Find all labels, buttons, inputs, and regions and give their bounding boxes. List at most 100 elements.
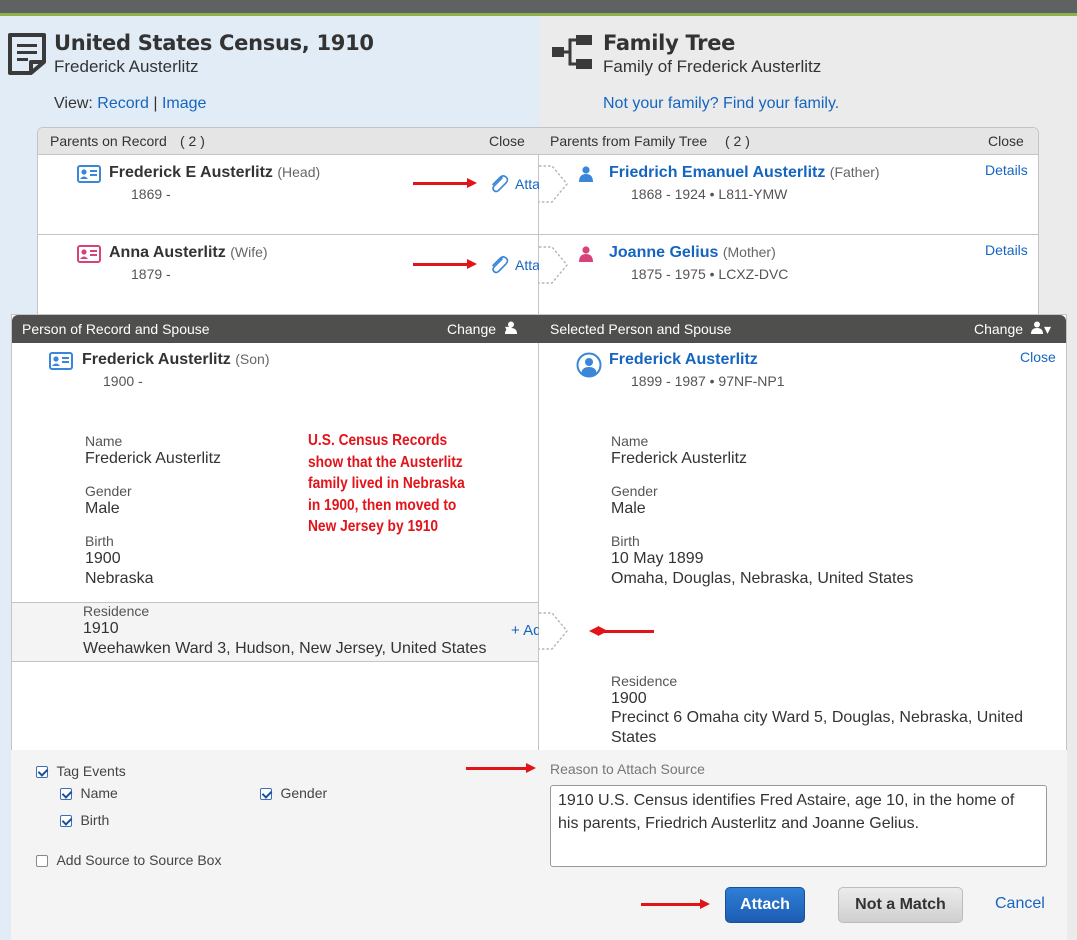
tree-name-label: Name xyxy=(611,433,649,449)
paperclip-icon[interactable] xyxy=(488,173,510,195)
record-document-icon xyxy=(7,32,47,76)
record-person-role: (Son) xyxy=(235,351,270,367)
person-panel-divider xyxy=(538,343,539,753)
male-record-card-icon xyxy=(77,165,101,183)
add-source-box-checkbox[interactable] xyxy=(36,854,48,867)
parents-from-tree-close[interactable]: Close xyxy=(988,133,1024,149)
person-icon xyxy=(505,321,517,334)
record-name-value: Frederick Austerlitz xyxy=(85,450,222,467)
tree-birth-date: 10 May 1899 xyxy=(611,550,704,567)
person-icon xyxy=(1031,321,1043,334)
reason-label: Reason to Attach Source xyxy=(550,761,705,777)
record-gender-label: Gender xyxy=(85,483,132,499)
tree-parent-2-dates: 1875 - 1975 • LCXZ-DVC xyxy=(631,266,789,282)
tree-person-dates: 1899 - 1987 • 97NF-NP1 xyxy=(631,373,785,389)
record-subtitle: Frederick Austerlitz xyxy=(54,57,199,76)
reason-textarea[interactable]: 1910 U.S. Census identifies Fred Astaire… xyxy=(550,785,1047,867)
record-birth-label: Birth xyxy=(85,533,114,549)
tree-subtitle: Family of Frederick Austerlitz xyxy=(603,57,822,76)
record-name-label: Name xyxy=(85,433,123,449)
family-tree-icon xyxy=(551,33,595,71)
view-switcher: View: Record | Image xyxy=(54,95,206,113)
parents-on-record-close[interactable]: Close xyxy=(489,133,525,149)
tag-gender-label: Gender xyxy=(280,785,328,801)
tag-events-option[interactable]: Tag Events xyxy=(36,763,126,781)
parents-on-record-count: ( 2 ) xyxy=(180,133,205,149)
top-bar xyxy=(0,0,1077,13)
tree-parent-1-role: (Father) xyxy=(829,164,880,180)
tree-parent-2-role: (Mother) xyxy=(722,244,776,260)
tree-residence-place: Precinct 6 Omaha city Ward 5, Douglas, N… xyxy=(611,709,1024,746)
view-label: View: xyxy=(54,95,93,112)
tree-parent-1: Friedrich Emanuel Austerlitz (Father) xyxy=(609,164,880,182)
tree-person-name[interactable]: Frederick Austerlitz xyxy=(609,351,758,369)
record-person-dates: 1900 - xyxy=(103,373,143,389)
record-residence-date: 1910 xyxy=(83,620,119,637)
parents-from-tree-heading: Parents from Family Tree xyxy=(550,133,708,149)
tree-residence-label: Residence xyxy=(611,673,678,689)
not-a-match-button[interactable]: Not a Match xyxy=(838,887,963,923)
parents-panel: Parents on Record ( 2 ) Close Parents fr… xyxy=(37,127,1039,327)
attach-button[interactable]: Attach xyxy=(725,887,805,923)
tree-person-close-link[interactable]: Close xyxy=(1020,349,1056,365)
tree-parent-1-details-link[interactable]: Details xyxy=(985,162,1028,178)
record-parent-2-dates: 1879 - xyxy=(131,266,171,282)
tag-birth-option[interactable]: Birth xyxy=(60,812,109,830)
annotation-arrow-attach-1 xyxy=(413,178,477,188)
view-image-link[interactable]: Image xyxy=(162,95,206,112)
tree-parent-2-details-link[interactable]: Details xyxy=(985,242,1028,258)
record-birth-date: 1900 xyxy=(85,550,121,567)
selected-person-change[interactable]: Change xyxy=(974,321,1023,337)
record-person: Frederick Austerlitz (Son) xyxy=(82,351,269,369)
cancel-link[interactable]: Cancel xyxy=(995,895,1045,913)
record-title: United States Census, 1910 xyxy=(54,31,374,55)
male-person-icon xyxy=(579,166,593,182)
tree-name-value: Frederick Austerlitz xyxy=(611,450,748,467)
record-parent-2-role: (Wife) xyxy=(230,244,268,260)
avatar xyxy=(576,352,602,378)
record-parent-1: Frederick E Austerlitz (Head) xyxy=(109,164,320,182)
tag-events-checkbox[interactable] xyxy=(36,765,48,778)
add-source-box-label: Add Source to Source Box xyxy=(56,852,222,868)
tag-birth-label: Birth xyxy=(80,812,110,828)
person-swap-icon[interactable]: ▾ xyxy=(1044,321,1051,338)
female-person-icon xyxy=(579,246,593,262)
parents-panel-header: Parents on Record ( 2 ) Close Parents fr… xyxy=(38,128,1038,155)
person-of-record-heading: Person of Record and Spouse xyxy=(22,321,210,337)
tag-name-label: Name xyxy=(80,785,118,801)
tree-parent-1-dates: 1868 - 1924 • L811-YMW xyxy=(631,186,788,202)
male-record-card-icon xyxy=(49,352,73,370)
selected-person-heading: Selected Person and Spouse xyxy=(550,321,732,337)
female-record-card-icon xyxy=(77,245,101,263)
add-chevron xyxy=(538,612,568,650)
record-person-name: Frederick Austerlitz xyxy=(82,351,231,368)
tree-parent-2-name[interactable]: Joanne Gelius xyxy=(609,244,718,261)
annotation-note: U.S. Census Records show that the Auster… xyxy=(308,432,465,535)
parents-on-record-heading: Parents on Record xyxy=(50,133,167,149)
record-residence-place: Weehawken Ward 3, Hudson, New Jersey, Un… xyxy=(83,640,487,657)
tree-birth-label: Birth xyxy=(611,533,640,549)
find-your-family-link[interactable]: Not your family? Find your family. xyxy=(603,95,839,113)
annotation-arrow-attach-button xyxy=(641,899,710,909)
tag-gender-checkbox[interactable] xyxy=(260,787,272,800)
view-record-link[interactable]: Record xyxy=(97,95,149,112)
annotation-arrow-attach-2 xyxy=(413,259,477,269)
person-of-record-change[interactable]: Change xyxy=(447,321,496,337)
record-parent-1-role: (Head) xyxy=(277,164,321,180)
add-source-box-option[interactable]: Add Source to Source Box xyxy=(36,852,221,870)
tree-title: Family Tree xyxy=(603,31,736,55)
parents-row-separator xyxy=(38,234,1038,235)
tag-name-option[interactable]: Name xyxy=(60,785,118,803)
record-parent-1-name: Frederick E Austerlitz xyxy=(109,164,273,181)
tree-parent-2: Joanne Gelius (Mother) xyxy=(609,244,776,262)
paperclip-icon[interactable] xyxy=(488,254,510,276)
parents-from-tree-count: ( 2 ) xyxy=(725,133,750,149)
tag-gender-option[interactable]: Gender xyxy=(260,785,327,803)
annotation-arrow-add xyxy=(589,626,654,636)
annotation-arrow-reason xyxy=(466,763,536,773)
record-parent-2-name: Anna Austerlitz xyxy=(109,244,226,261)
tag-birth-checkbox[interactable] xyxy=(60,814,72,827)
tag-name-checkbox[interactable] xyxy=(60,787,72,800)
tree-parent-1-name[interactable]: Friedrich Emanuel Austerlitz xyxy=(609,164,825,181)
record-parent-2: Anna Austerlitz (Wife) xyxy=(109,244,268,262)
